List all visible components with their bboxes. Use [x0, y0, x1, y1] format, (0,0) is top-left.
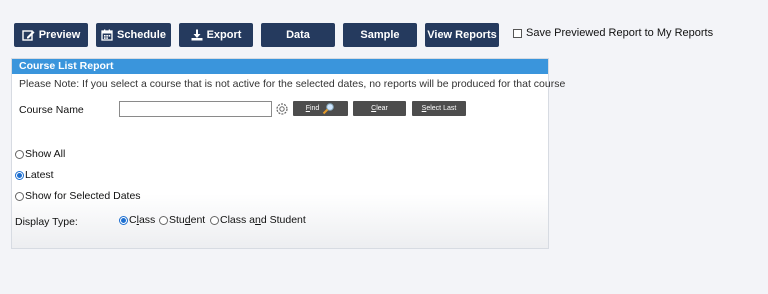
save-previewed-checkbox[interactable] [513, 28, 522, 38]
preview-label: Preview [38, 29, 81, 41]
select-last-button[interactable]: Select Last [412, 101, 466, 116]
latest-option[interactable]: Latest [15, 169, 54, 181]
display-class-option[interactable]: Class [119, 214, 155, 226]
view-reports-label: View Reports [427, 29, 497, 41]
find-button[interactable]: Find [293, 101, 348, 116]
export-label: Export [206, 29, 242, 41]
display-class-label: Class [129, 214, 156, 226]
show-selected-dates-radio[interactable] [15, 191, 24, 201]
display-student-option[interactable]: Student [159, 214, 205, 226]
show-selected-dates-label: Show for Selected Dates [25, 190, 141, 202]
display-class-and-student-label: Class and Student [220, 214, 306, 226]
download-icon [191, 29, 203, 41]
display-class-radio[interactable] [119, 215, 128, 225]
data-label: Data [286, 29, 310, 41]
course-name-input[interactable] [119, 101, 272, 117]
show-all-label: Show All [25, 148, 66, 160]
display-student-radio[interactable] [159, 215, 168, 225]
inactive-course-note: Please Note: If you select a course that… [19, 78, 566, 90]
gear-icon[interactable] [275, 102, 289, 116]
course-name-label: Course Name [19, 104, 84, 116]
clear-label: Clear [371, 105, 388, 112]
find-label: Find [305, 105, 320, 112]
calendar-icon [101, 29, 113, 41]
schedule-label: Schedule [117, 29, 166, 41]
sample-button[interactable]: Sample [343, 23, 417, 47]
export-button[interactable]: Export [179, 23, 253, 47]
report-panel: Course List Report Please Note: If you s… [11, 58, 565, 249]
display-class-and-student-radio[interactable] [210, 215, 219, 225]
magnifier-icon [323, 103, 335, 115]
latest-label: Latest [25, 169, 54, 181]
save-previewed-option: Save Previewed Report to My Reports [513, 27, 713, 39]
schedule-button[interactable]: Schedule [96, 23, 171, 47]
show-all-option[interactable]: Show All [15, 148, 65, 160]
save-previewed-label: Save Previewed Report to My Reports [526, 27, 714, 39]
display-class-and-student-option[interactable]: Class and Student [210, 214, 306, 226]
display-type-label: Display Type: [15, 216, 78, 228]
edit-icon [22, 30, 35, 41]
display-student-label: Student [169, 214, 206, 226]
select-last-label: Select Last [421, 105, 457, 112]
show-selected-dates-option[interactable]: Show for Selected Dates [15, 190, 141, 202]
show-all-radio[interactable] [15, 149, 24, 159]
clear-button[interactable]: Clear [353, 101, 406, 116]
sample-label: Sample [360, 29, 400, 41]
data-button[interactable]: Data [261, 23, 335, 47]
panel-title: Course List Report [12, 59, 548, 74]
preview-button[interactable]: Preview [14, 23, 88, 47]
view-reports-button[interactable]: View Reports [425, 23, 499, 47]
latest-radio[interactable] [15, 170, 24, 180]
